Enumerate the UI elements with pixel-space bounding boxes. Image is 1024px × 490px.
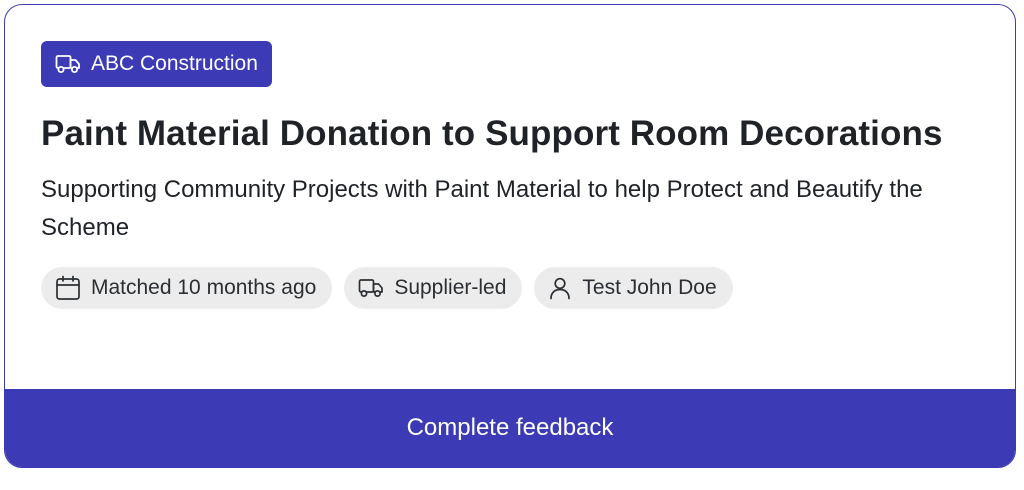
matched-date-tag: Matched 10 months ago [41,267,333,309]
project-card: ABC Construction Paint Material Donation… [4,4,1016,468]
tag-list: Matched 10 months ago Supplier-led Test … [41,267,979,309]
contact-person-tag: Test John Doe [534,267,733,309]
card-title: Paint Material Donation to Support Room … [41,114,943,153]
truck-icon [358,277,384,299]
supplier-led-label: Supplier-led [394,276,507,299]
calendar-icon [55,275,81,301]
card-subtitle: Supporting Community Projects with Paint… [41,176,923,241]
truck-icon [55,53,81,75]
contact-person-label: Test John Doe [582,276,717,299]
complete-feedback-button[interactable]: Complete feedback [5,389,1015,467]
organization-name: ABC Construction [91,52,258,75]
user-icon [548,276,572,300]
matched-date-label: Matched 10 months ago [91,276,317,299]
card-content: ABC Construction Paint Material Donation… [41,41,979,309]
organization-badge: ABC Construction [41,41,272,87]
supplier-led-tag: Supplier-led [344,267,523,309]
